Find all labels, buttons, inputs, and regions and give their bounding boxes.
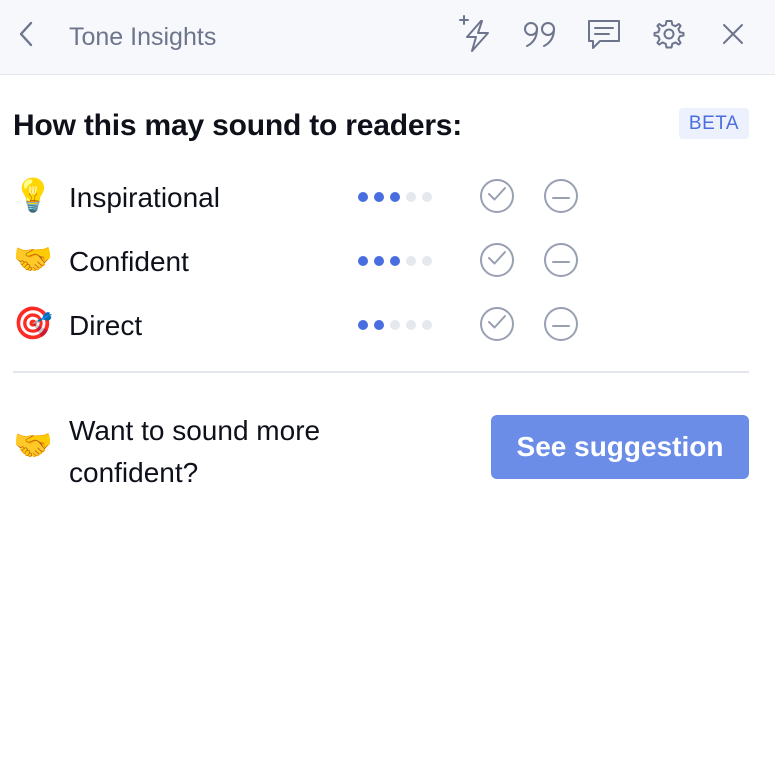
intensity-dot [422,320,432,330]
handshake-icon: 🤝 [13,240,53,278]
intensity-dot [390,256,400,266]
intensity-dot [390,192,400,202]
tone-intensity-meter [358,192,432,202]
intensity-dot [422,256,432,266]
tone-row: 🎯 Direct [0,300,775,350]
intensity-dot [374,320,384,330]
intensity-dot [406,192,416,202]
minus-icon [552,187,570,205]
intensity-dot [374,256,384,266]
settings-button[interactable] [647,14,691,58]
suggestion-text: Want to sound more confident? [69,415,321,488]
header-bar: Tone Insights [0,0,775,75]
tone-heading: How this may sound to readers: [13,109,463,142]
intensity-dot [358,320,368,330]
intensity-dot [406,256,416,266]
agree-button[interactable] [480,243,514,277]
tone-label: Inspirational [69,182,220,213]
intensity-dot [422,192,432,202]
intensity-dot [358,256,368,266]
lightning-sparkle-icon [455,13,495,60]
see-suggestion-button[interactable]: See suggestion [491,415,749,479]
close-icon [721,22,745,51]
back-button[interactable] [12,20,40,52]
check-icon [487,250,507,271]
disagree-button[interactable] [544,307,578,341]
agree-button[interactable] [480,307,514,341]
close-button[interactable] [711,14,755,58]
disagree-button[interactable] [544,243,578,277]
comment-button[interactable] [582,14,626,58]
minus-icon [552,315,570,333]
intensity-dot [406,320,416,330]
quote-icon [520,16,560,57]
minus-icon [552,251,570,269]
back-icon [17,20,35,53]
divider [13,371,749,373]
handshake-icon: 🤝 [13,426,53,464]
tone-row: 🤝 Confident [0,236,775,286]
tone-row: 💡 Inspirational [0,172,775,222]
check-icon [487,186,507,207]
panel-title: Tone Insights [69,23,217,51]
intensity-dot [358,192,368,202]
quote-button[interactable] [518,14,562,58]
tone-intensity-meter [358,256,432,266]
tone-intensity-meter [358,320,432,330]
check-icon [487,314,507,335]
intensity-dot [374,192,384,202]
comment-icon [584,16,624,57]
tone-label: Direct [69,310,143,341]
target-icon: 🎯 [13,304,53,342]
tone-button[interactable] [453,14,497,58]
intensity-dot [390,320,400,330]
lightbulb-icon: 💡 [13,176,53,214]
disagree-button[interactable] [544,179,578,213]
gear-icon [652,17,686,56]
beta-badge: BETA [679,108,749,139]
tone-label: Confident [69,246,189,277]
agree-button[interactable] [480,179,514,213]
